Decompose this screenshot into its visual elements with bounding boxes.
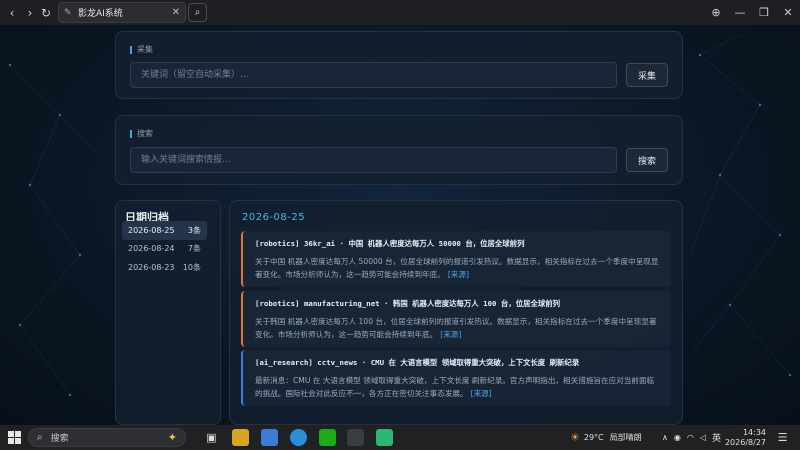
news-card[interactable]: [ai_research] cctv_news · CMU 在 大语言模型 领域… xyxy=(241,350,671,406)
file-explorer-icon[interactable] xyxy=(232,429,249,446)
news-card[interactable]: [robotics] manufacturing_net · 韩国 机器人密度达… xyxy=(241,291,671,347)
weather-desc: 局部晴朗 xyxy=(609,433,642,442)
wifi-icon[interactable]: ◠ xyxy=(687,433,694,442)
wechat-icon[interactable] xyxy=(319,429,336,446)
taskbar-search[interactable]: ⌕ 搜索 ✦ xyxy=(28,428,186,447)
maximize-button[interactable]: ❐ xyxy=(752,6,776,19)
source-link[interactable]: [来源] xyxy=(440,330,461,339)
windows-logo-icon xyxy=(8,431,21,444)
collect-button[interactable]: 采集 xyxy=(626,63,668,87)
feed-panel: 2026-08-25 [robotics] 36kr_ai · 中国 机器人密度… xyxy=(229,200,683,425)
edit-icon: ✎ xyxy=(64,7,72,18)
collect-panel: 采集 采集 xyxy=(115,31,683,99)
archive-item[interactable]: 2026-08-23 10条 xyxy=(122,258,207,277)
weather-icon: ☀ xyxy=(570,431,580,444)
tray-chevron-icon[interactable]: ∧ xyxy=(662,433,668,442)
search-label: 搜索 xyxy=(130,130,153,138)
news-card-title: [robotics] 36kr_ai · 中国 机器人密度达每万人 50000 … xyxy=(255,239,525,248)
news-card-title: [ai_research] cctv_news · CMU 在 大语言模型 领域… xyxy=(255,358,580,367)
browser-tab[interactable]: ✎ 影龙AI系统 ✕ xyxy=(58,2,186,23)
clock[interactable]: 14:34 2026/8/27 xyxy=(724,425,766,450)
window-controls: ⊕ — ❐ ✕ xyxy=(704,0,800,25)
close-window-button[interactable]: ✕ xyxy=(776,6,800,19)
source-link[interactable]: [来源] xyxy=(471,389,492,398)
news-card-body: 最新消息：CMU 在 大语言模型 领域取得重大突破，上下文长度 刷新纪录。官方声… xyxy=(255,374,661,400)
app-background: 采集 采集 搜索 搜索 日期归档 2026-08-25 3条 2026-08-2… xyxy=(0,25,800,425)
collect-keyword-input[interactable] xyxy=(130,62,617,88)
ime-indicator[interactable]: 英 xyxy=(712,431,721,444)
source-link[interactable]: [来源] xyxy=(448,270,469,279)
search-panel: 搜索 搜索 xyxy=(115,115,683,185)
close-tab-icon[interactable]: ✕ xyxy=(172,7,180,18)
minimize-button[interactable]: — xyxy=(728,6,752,19)
store-icon[interactable] xyxy=(261,429,278,446)
browser-toolbar: ‹ › ↻ ✎ 影龙AI系统 ✕ ⌕ ⊕ — ❐ ✕ xyxy=(0,0,800,25)
notification-icon[interactable]: ☰ xyxy=(774,429,791,446)
news-card-title: [robotics] manufacturing_net · 韩国 机器人密度达… xyxy=(255,299,561,308)
back-button[interactable]: ‹ xyxy=(2,0,22,25)
start-button[interactable] xyxy=(6,429,23,446)
search-button[interactable]: 搜索 xyxy=(626,148,668,172)
archive-date: 2026-08-25 xyxy=(128,226,175,235)
task-view-icon[interactable]: ▣ xyxy=(203,429,220,446)
news-card[interactable]: [robotics] 36kr_ai · 中国 机器人密度达每万人 50000 … xyxy=(241,231,671,287)
archive-count: 10条 xyxy=(182,263,201,272)
tab-title: 影龙AI系统 xyxy=(78,9,123,19)
collect-label: 采集 xyxy=(130,46,153,54)
search-input[interactable] xyxy=(130,147,617,173)
feed-date-heading: 2026-08-25 xyxy=(242,212,306,223)
search-icon: ⌕ xyxy=(194,7,201,18)
taskbar-search-label: 搜索 xyxy=(50,434,69,444)
archive-count: 7条 xyxy=(187,244,201,253)
copilot-sparkle-icon: ✦ xyxy=(167,431,177,444)
date-archive-panel: 日期归档 2026-08-25 3条 2026-08-24 7条 2026-08… xyxy=(115,200,221,425)
windows-taskbar: ⌕ 搜索 ✦ ▣ ☀ 29°C 局部晴朗 ∧ ◉ ◠ ◁ 英 14:34 202… xyxy=(0,425,800,450)
search-icon: ⌕ xyxy=(37,432,43,443)
clock-time: 14:34 xyxy=(742,427,766,437)
archive-count: 3条 xyxy=(187,226,201,235)
weather-widget[interactable]: ☀ 29°C 局部晴朗 xyxy=(570,425,642,450)
weather-temp: 29°C xyxy=(583,433,604,442)
terminal-icon[interactable] xyxy=(347,429,364,446)
search-tabs-button[interactable]: ⌕ xyxy=(188,3,207,22)
network-icon[interactable]: ◉ xyxy=(674,433,681,442)
archive-item[interactable]: 2026-08-24 7条 xyxy=(122,239,207,258)
archive-item[interactable]: 2026-08-25 3条 xyxy=(122,221,207,240)
globe-icon[interactable]: ⊕ xyxy=(704,6,728,19)
clock-date: 2026/8/27 xyxy=(724,437,766,447)
reload-button[interactable]: ↻ xyxy=(36,0,56,25)
news-card-body: 关于韩国 机器人密度达每万人 100 台，位居全球前列的报道引发热议。数据显示，… xyxy=(255,315,661,341)
system-tray: ∧ ◉ ◠ ◁ 英 xyxy=(662,425,721,450)
edge-icon[interactable] xyxy=(290,429,307,446)
chat-app-icon[interactable] xyxy=(376,429,393,446)
archive-date: 2026-08-24 xyxy=(128,244,175,253)
news-card-text: 最新消息：CMU 在 大语言模型 领域取得重大突破，上下文长度 刷新纪录。官方声… xyxy=(255,376,655,398)
news-card-body: 关于中国 机器人密度达每万人 50000 台，位居全球前列的报道引发热议。数据显… xyxy=(255,255,661,281)
volume-icon[interactable]: ◁ xyxy=(700,433,706,442)
archive-date: 2026-08-23 xyxy=(128,263,175,272)
